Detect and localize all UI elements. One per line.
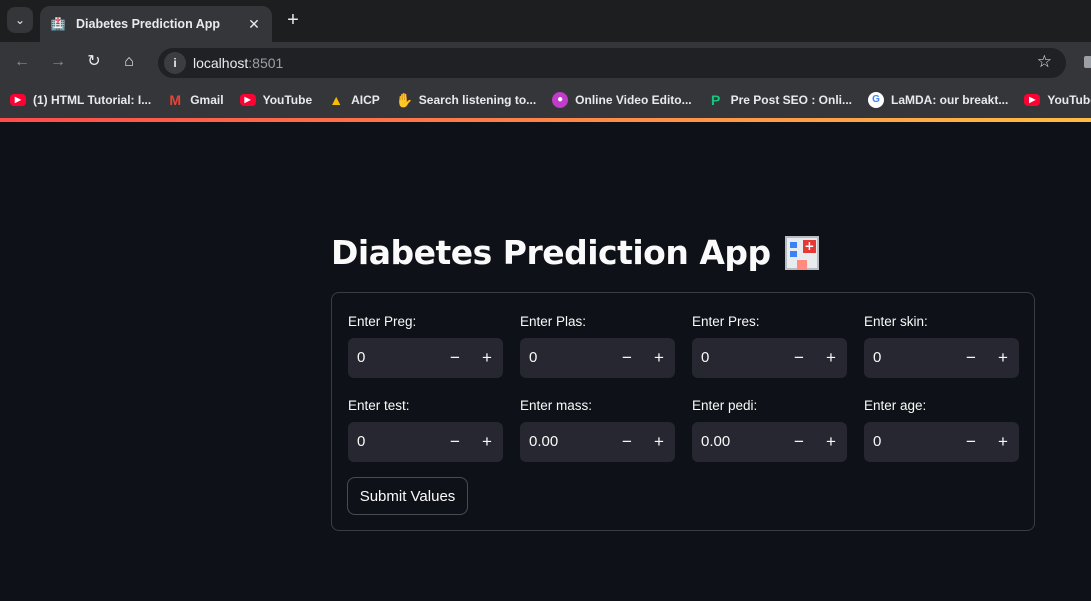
reload-icon[interactable]: ↻ [84,52,104,72]
gmail-icon: M [169,92,182,108]
skin-number-input[interactable]: 0 − + [864,338,1019,378]
app-header-decoration [0,118,1091,122]
back-arrow-icon[interactable]: ← [12,52,32,72]
bookmark-label: YouTube [262,93,313,107]
bookmark-item[interactable]: M Gmail [167,92,223,108]
new-tab-button[interactable]: + [282,9,304,31]
input-value[interactable]: 0.00 [701,433,730,450]
submit-values-button[interactable]: Submit Values [347,477,468,515]
bookmark-label: (1) HTML Tutorial: I... [33,93,152,107]
url-text: localhost:8501 [193,55,283,71]
chevron-down-icon: ⌄ [14,13,26,27]
input-value[interactable]: 0 [701,349,709,366]
home-icon[interactable]: ⌂ [119,52,139,72]
page-title-text: Diabetes Prediction App [331,233,771,272]
extension-icon[interactable] [1084,56,1091,68]
bookmark-item[interactable]: ● Online Video Edito... [552,92,692,108]
bookmark-item[interactable]: ▲ AICP [328,92,380,108]
bookmark-label: Online Video Edito... [575,93,692,107]
field-label: Enter skin: [864,314,928,329]
decrement-button[interactable]: − [611,422,643,462]
increment-button[interactable]: + [643,338,675,378]
bookmarks-bar: ▶ (1) HTML Tutorial: I... M Gmail ▶ YouTube… [0,82,1091,118]
bookmark-label: Search listening to... [418,93,537,107]
decrement-button[interactable]: − [783,422,815,462]
input-value[interactable]: 0 [873,433,881,450]
pedi-number-input[interactable]: 0.00 − + [692,422,847,462]
tab-search-button[interactable]: ⌄ [7,7,33,33]
decrement-button[interactable]: − [439,338,471,378]
youtube-icon: ▶ [239,94,256,106]
address-bar[interactable]: i localhost:8501 ☆ [158,48,1066,78]
input-value[interactable]: 0 [873,349,881,366]
increment-button[interactable]: + [471,422,503,462]
page-title: Diabetes Prediction App + [331,233,821,272]
url-port: :8501 [248,55,284,71]
field-label: Enter pedi: [692,398,758,413]
forward-arrow-icon[interactable]: → [48,52,68,72]
pres-number-input[interactable]: 0 − + [692,338,847,378]
field-label: Enter test: [348,398,410,413]
plas-number-input[interactable]: 0 − + [520,338,675,378]
google-icon: G [867,92,884,108]
preg-number-input[interactable]: 0 − + [348,338,503,378]
increment-button[interactable]: + [987,338,1019,378]
bookmark-label: LaMDA: our breakt... [890,93,1009,107]
bookmark-item[interactable]: ▶ (1) HTML Tutorial: I... [10,93,151,107]
active-tab[interactable]: 🏥 Diabetes Prediction App ✕ [40,6,272,42]
input-value[interactable]: 0 [357,349,365,366]
increment-button[interactable]: + [643,422,675,462]
close-tab-icon[interactable]: ✕ [246,16,262,33]
hospital-icon: + [783,234,821,272]
hand-icon: ✋ [395,92,414,108]
decrement-button[interactable]: − [439,422,471,462]
video-editor-icon: ● [552,92,569,108]
bookmark-star-icon[interactable]: ☆ [1037,52,1052,72]
decrement-button[interactable]: − [955,422,987,462]
bookmark-item[interactable]: P Pre Post SEO : Onli... [708,92,852,108]
tab-title: Diabetes Prediction App [76,17,221,31]
increment-button[interactable]: + [815,422,847,462]
browser-toolbar: ← → ↻ ⌂ i localhost:8501 ☆ [0,42,1091,82]
decrement-button[interactable]: − [611,338,643,378]
input-value[interactable]: 0.00 [529,433,558,450]
youtube-icon: ▶ [1024,94,1041,106]
field-label: Enter mass: [520,398,593,413]
bookmark-item[interactable]: G LaMDA: our breakt... [867,92,1009,108]
increment-button[interactable]: + [815,338,847,378]
bookmark-item[interactable]: ✋ Search listening to... [396,92,536,108]
prepostseo-icon: P [710,92,721,108]
bookmark-item[interactable]: ▶ YouTube [239,93,313,107]
increment-button[interactable]: + [987,422,1019,462]
bookmark-label: Gmail [190,93,224,107]
field-label: Enter Plas: [520,314,587,329]
drive-icon: ▲ [329,92,344,108]
bookmark-label: Pre Post SEO : Onli... [730,93,852,107]
field-label: Enter Preg: [348,314,417,329]
field-label: Enter Pres: [692,314,760,329]
hospital-favicon-icon: 🏥 [50,17,66,31]
prediction-form: Enter Preg: 0 − + Enter Plas: 0 − + Ente… [331,292,1035,531]
bookmark-label: YouTube Creator [1047,93,1091,107]
input-value[interactable]: 0 [529,349,537,366]
url-host: localhost [193,55,249,71]
field-label: Enter age: [864,398,927,413]
increment-button[interactable]: + [471,338,503,378]
site-info-icon[interactable]: i [164,52,186,74]
decrement-button[interactable]: − [783,338,815,378]
age-number-input[interactable]: 0 − + [864,422,1019,462]
input-value[interactable]: 0 [357,433,365,450]
youtube-icon: ▶ [10,94,26,106]
test-number-input[interactable]: 0 − + [348,422,503,462]
decrement-button[interactable]: − [955,338,987,378]
bookmark-label: AICP [351,93,380,107]
tab-strip: ⌄ 🏥 Diabetes Prediction App ✕ + [0,0,1091,42]
bookmark-item[interactable]: ▶ YouTube Creator [1024,93,1091,107]
mass-number-input[interactable]: 0.00 − + [520,422,675,462]
